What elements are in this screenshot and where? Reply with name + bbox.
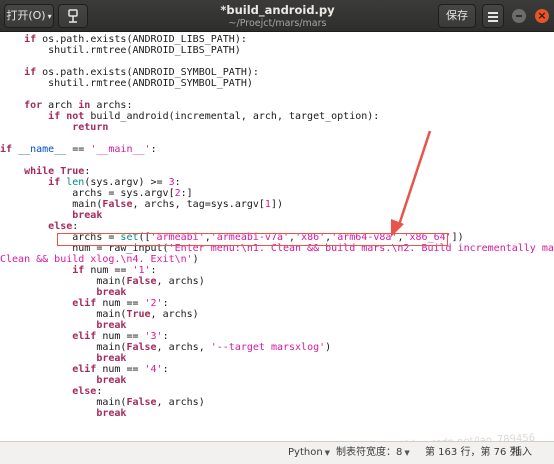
code-editor[interactable]: if os.path.exists(ANDROID_LIBS_PATH): sh… — [0, 33, 554, 441]
save-button[interactable]: 保存(S) — [438, 4, 476, 44]
tab-width-selector[interactable]: 制表符宽度：8 ▼ — [336, 442, 410, 464]
document-path: ~/Proejct/mars/mars — [228, 18, 327, 29]
insert-mode: 插入 — [512, 447, 532, 458]
language-label: Python — [288, 447, 323, 458]
window-title: *build_android.py ~/Proejct/mars/mars — [190, 2, 365, 30]
red-arrow — [391, 130, 432, 237]
dropdown-caret-icon: ▾ — [47, 12, 52, 21]
hamburger-menu-icon[interactable] — [482, 4, 504, 28]
cursor-position[interactable]: 第 163 行，第 76 列 — [425, 442, 520, 464]
document-title: *build_android.py — [220, 3, 335, 17]
open-label: 打开(O) — [6, 9, 46, 22]
language-selector[interactable]: Python ▼ — [288, 442, 330, 464]
pin-icon — [68, 9, 78, 23]
tab-width-label: 制表符宽度：8 — [336, 447, 403, 458]
minimize-icon[interactable] — [512, 9, 526, 23]
new-document-button[interactable] — [58, 4, 88, 28]
dropdown-caret-icon: ▼ — [324, 449, 331, 457]
open-button[interactable]: 打开(O) ▾ — [4, 4, 54, 28]
header-bar: 打开(O) ▾ *build_android.py ~/Proejct/mars/… — [0, 0, 554, 44]
close-icon[interactable]: × — [535, 9, 549, 23]
dropdown-caret-icon: ▼ — [404, 449, 410, 457]
status-bar: Python ▼ 制表符宽度：8 ▼ 第 163 行，第 76 列 插入 — [0, 441, 554, 464]
